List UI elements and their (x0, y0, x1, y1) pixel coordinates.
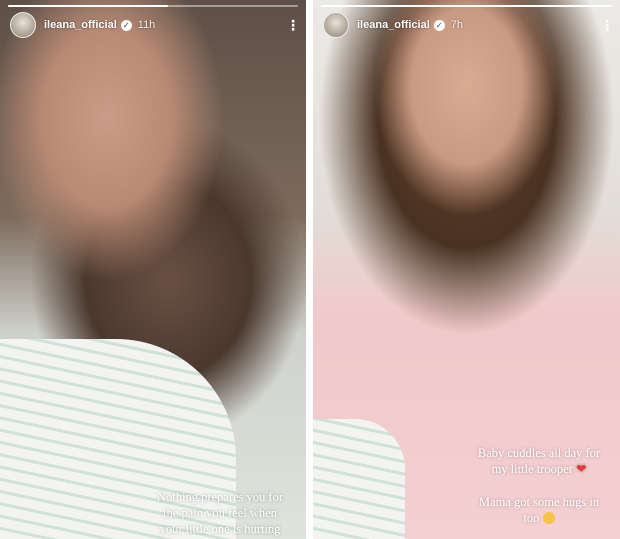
more-options-icon[interactable]: ⋮ (600, 18, 614, 32)
caption-text: my little trooper (491, 462, 573, 476)
caption-text: too (523, 511, 540, 525)
red-heart-icon: ❤ (575, 461, 587, 476)
verified-badge-icon: ✓ (120, 19, 132, 31)
caption-line: your little one is hurting (159, 522, 281, 536)
username[interactable]: ileana_official (44, 19, 117, 31)
caption-line: my little trooper ❤ (459, 461, 619, 477)
story-panel-left[interactable]: ileana_official ✓ 11h ⋮ Nothing prepares… (0, 0, 306, 539)
baby-sleeve (313, 419, 405, 539)
story-header: ileana_official ✓ 7h ⋮ (323, 12, 614, 38)
story-progress-fill (8, 5, 168, 7)
story-time: 11h (137, 19, 156, 31)
story-time: 7h (450, 19, 464, 31)
story-progress-fill (321, 5, 612, 7)
caption-line: Baby cuddles all day for (477, 446, 601, 460)
username[interactable]: ileana_official (357, 19, 430, 31)
story-progress-bar (321, 5, 612, 7)
story-progress-bar (8, 5, 298, 7)
caption-line: too (459, 510, 619, 526)
more-options-icon[interactable]: ⋮ (286, 18, 300, 32)
story-caption-second: Mama got some hugs in too (459, 494, 619, 526)
story-caption-first: Baby cuddles all day for my little troop… (459, 445, 619, 477)
story-caption: Nothing prepares you for the pain you fe… (140, 489, 300, 537)
story-panel-right[interactable]: ileana_official ✓ 7h ⋮ Baby cuddles all … (313, 0, 620, 539)
caption-line: the pain you feel when (163, 506, 277, 520)
avatar[interactable] (10, 12, 36, 38)
caption-line: Nothing prepares you for (156, 490, 283, 504)
avatar[interactable] (323, 12, 349, 38)
verified-badge-icon: ✓ (433, 19, 445, 31)
pleading-face-icon (542, 512, 555, 524)
caption-line: Mama got some hugs in (478, 495, 600, 509)
story-header: ileana_official ✓ 11h ⋮ (10, 12, 300, 38)
